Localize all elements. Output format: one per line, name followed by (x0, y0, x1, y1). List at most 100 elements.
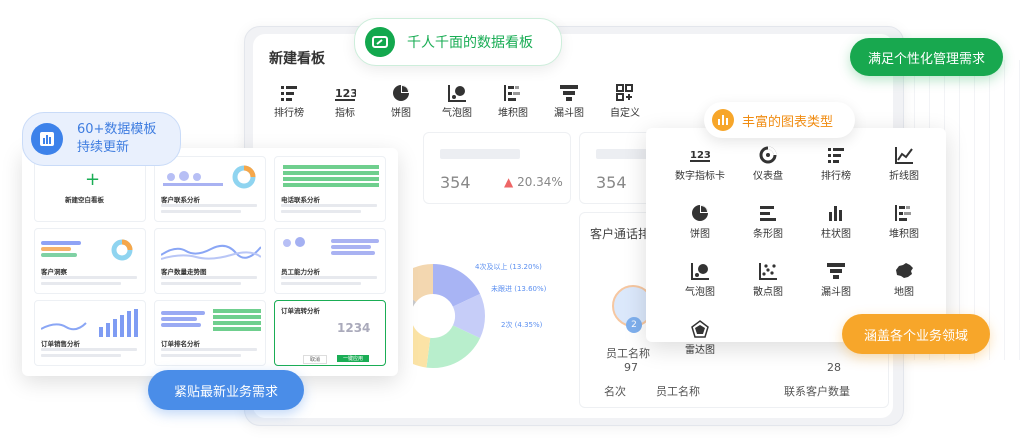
chart-type-menu: 123 数字指标卡 仪表盘 排行榜 折线图饼图 条形图 柱状图 堆积图气泡图 散点图 漏斗图 地图雷… (646, 128, 946, 356)
toolbar-label: 指标 (335, 108, 355, 119)
feature-badge-text: 千人千面的数据看板 (407, 35, 533, 51)
chart-type-label: 漏斗图 (821, 287, 851, 298)
donut-label: 2次 (4.35%) (501, 321, 543, 329)
chart-type-label: 气泡图 (685, 287, 715, 298)
toolbar-label: 漏斗图 (554, 108, 584, 119)
chart-type-scatter-chart[interactable]: 散点图 (736, 262, 800, 298)
callout-coverage: 涵盖各个业务领域 (842, 314, 991, 354)
kpi-value: 354 (596, 173, 627, 192)
chart-type-label: 数字指标卡 (675, 171, 725, 182)
template-card-selected[interactable]: 订单流转分析 1234 取消 一键应用 (274, 300, 386, 366)
chart-type-label: 条形图 (753, 229, 783, 240)
template-title: 客户数量走势图 (161, 268, 207, 276)
toolbar-item-bubble[interactable]: 气泡图 (429, 80, 485, 128)
mini-donut (111, 239, 133, 261)
dashboard-gauge-icon (365, 27, 395, 57)
chart-type-gauge[interactable]: 仪表盘 (736, 146, 800, 182)
donut-slices (413, 264, 485, 368)
chart-type-label: 地图 (894, 287, 914, 298)
column-chart-icon (829, 206, 842, 221)
mini-bar-chart (41, 309, 138, 337)
indicator-123-icon: 123 (335, 87, 356, 101)
callout-text: 持续更新 (77, 140, 130, 155)
column-header-contacts: 联系客户数量 (784, 385, 850, 398)
kpi-value: 354 (440, 173, 471, 192)
template-title: 客户联系分析 (161, 196, 200, 204)
rank-list-icon (281, 86, 297, 101)
donut-label: 未跟进 (13.60%) (491, 285, 547, 293)
template-card[interactable]: 电话联系分析 (274, 156, 386, 222)
toolbar-item-funnel[interactable]: 漏斗图 (541, 80, 597, 128)
chart-type-bar-horizontal[interactable]: 条形图 (736, 204, 800, 240)
board-title: 新建看板 (269, 51, 325, 67)
template-card[interactable]: 客户数量走势图 (154, 228, 266, 294)
kpi-change-value: 20.34% (517, 175, 563, 189)
funnel-chart-icon (827, 263, 845, 279)
chart-type-rank-list[interactable]: 排行榜 (804, 146, 868, 182)
chart-type-map-china[interactable]: 地图 (872, 262, 936, 298)
kpi-title-placeholder (440, 149, 520, 159)
template-title: 员工能力分析 (281, 268, 320, 276)
toolbar-item-custom[interactable]: 自定义 (597, 80, 653, 128)
template-card[interactable]: 订单销售分析 (34, 300, 146, 366)
template-card[interactable]: 订单排名分析 (154, 300, 266, 366)
callout-text: 紧贴最新业务需求 (174, 384, 279, 400)
apply-button[interactable]: 一键应用 (337, 355, 370, 362)
line-chart-icon (895, 147, 913, 164)
employee-count: 97 (624, 361, 638, 374)
chart-type-column-chart[interactable]: 柱状图 (804, 204, 868, 240)
funnel-chart-icon (560, 85, 578, 101)
toolbar-item-stacked[interactable]: 堆积图 (485, 80, 541, 128)
toolbar-item-pie[interactable]: 饼图 (373, 80, 429, 128)
rank-badge: 2 (626, 317, 642, 333)
app-canvas: 新建看板 排行榜 123 指标 饼图 气泡图 堆积图 漏斗图 自定义 354 ▲… (0, 0, 1024, 448)
cancel-button[interactable]: 取消 (303, 355, 328, 364)
chart-type-line-chart[interactable]: 折线图 (872, 146, 936, 182)
rank-list-icon (828, 148, 844, 163)
chart-type-label: 饼图 (690, 229, 710, 240)
chart-type-stacked-chart[interactable]: 堆积图 (872, 204, 936, 240)
chart-type-funnel-chart[interactable]: 漏斗图 (804, 262, 868, 298)
callout-latest: 紧贴最新业务需求 (148, 370, 305, 410)
mini-line-chart (161, 244, 261, 260)
kpi-card: 354 ▲ 20.34% (423, 132, 571, 204)
donut-label: 4次及以上 (13.20%) (475, 263, 542, 271)
template-gallery: + 新建空白看板 客户联系分析 电话联系分析 客户洞察 客户数量走势图 员工能力… (22, 148, 398, 376)
callout-text: 60+数据模板 (77, 122, 157, 137)
mini-donut (232, 165, 256, 189)
chart-type-bubble-chart[interactable]: 气泡图 (668, 262, 732, 298)
template-card[interactable]: 客户洞察 (34, 228, 146, 294)
gauge-icon (759, 146, 777, 164)
template-title: 客户洞察 (41, 268, 67, 276)
chart-type-pie-chart[interactable]: 饼图 (668, 204, 732, 240)
kpi-change: ▲ 20.34% (504, 175, 563, 189)
column-chart-icon (712, 109, 734, 131)
plus-icon: + (85, 169, 101, 190)
custom-grid-icon (616, 84, 633, 101)
dots-thumbnail (163, 169, 223, 186)
svg-text:123: 123 (335, 87, 356, 100)
donut-panel: 4次及以上 (13.20%) 未跟进 (13.60%) 2次 (4.35%) (413, 222, 573, 408)
template-card[interactable]: 员工能力分析 (274, 228, 386, 294)
table-thumbnail (213, 309, 261, 331)
chart-type-number-card[interactable]: 123 数字指标卡 (668, 146, 732, 182)
map-china-icon (896, 263, 913, 278)
bar-horizontal-icon (760, 206, 776, 221)
chart-toolbar: 排行榜 123 指标 饼图 气泡图 堆积图 漏斗图 自定义 (261, 80, 681, 128)
toolbar-item-rank[interactable]: 排行榜 (261, 80, 317, 128)
template-card[interactable]: 客户联系分析 (154, 156, 266, 222)
chart-type-label: 折线图 (889, 171, 919, 182)
contact-count: 28 (827, 361, 841, 374)
toolbar-item-indicator[interactable]: 123 指标 (317, 80, 373, 128)
toolbar-label: 气泡图 (442, 108, 472, 119)
bubble-chart-icon (691, 263, 709, 280)
pie-chart-icon (692, 205, 708, 221)
chart-type-radar-chart[interactable]: 雷达图 (668, 320, 732, 356)
template-title: 订单排名分析 (161, 340, 200, 348)
callout-text: 满足个性化管理需求 (868, 51, 986, 67)
chart-type-label: 排行榜 (821, 171, 851, 182)
stacked-chart-icon (895, 205, 911, 221)
table-thumbnail (283, 165, 379, 189)
stacked-chart-icon (504, 85, 520, 101)
callout-chart-types: 丰富的图表类型 (704, 102, 856, 138)
